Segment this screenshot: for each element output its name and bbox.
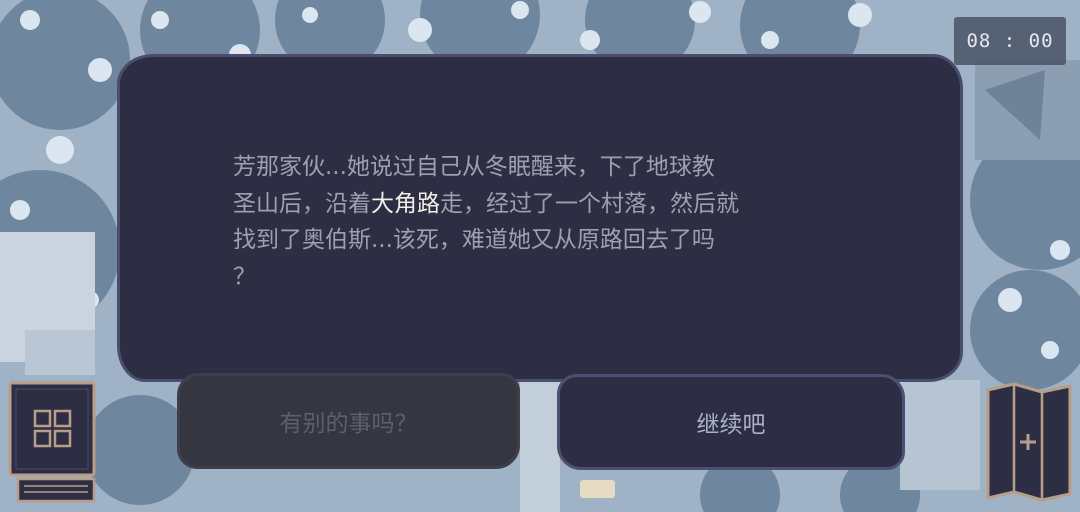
grid-icon bbox=[8, 381, 96, 503]
dialog-box: 芳那家伙...她说过自己从冬眠醒来，下了地球教 圣山后，沿着大角路走，经过了一个… bbox=[117, 54, 963, 382]
game-scene: 08 : 00 芳那家伙...她说过自己从冬眠醒来，下了地球教 圣山后，沿着大角… bbox=[0, 0, 1080, 512]
dialog-text: 芳那家伙...她说过自己从冬眠醒来，下了地球教 圣山后，沿着大角路走，经过了一个… bbox=[233, 149, 858, 295]
game-clock: 08 : 00 bbox=[954, 17, 1066, 65]
map-button[interactable] bbox=[984, 382, 1074, 502]
map-icon bbox=[986, 382, 1072, 502]
dialog-highlighted-term: 大角路 bbox=[371, 190, 440, 217]
journal-button[interactable] bbox=[8, 381, 98, 505]
choice-button-other-business[interactable]: 有别的事吗？ bbox=[177, 373, 520, 469]
choice-button-continue[interactable]: 继续吧 bbox=[557, 374, 905, 470]
choice-label: 有别的事吗？ bbox=[279, 411, 418, 437]
choice-label: 继续吧 bbox=[696, 412, 766, 438]
